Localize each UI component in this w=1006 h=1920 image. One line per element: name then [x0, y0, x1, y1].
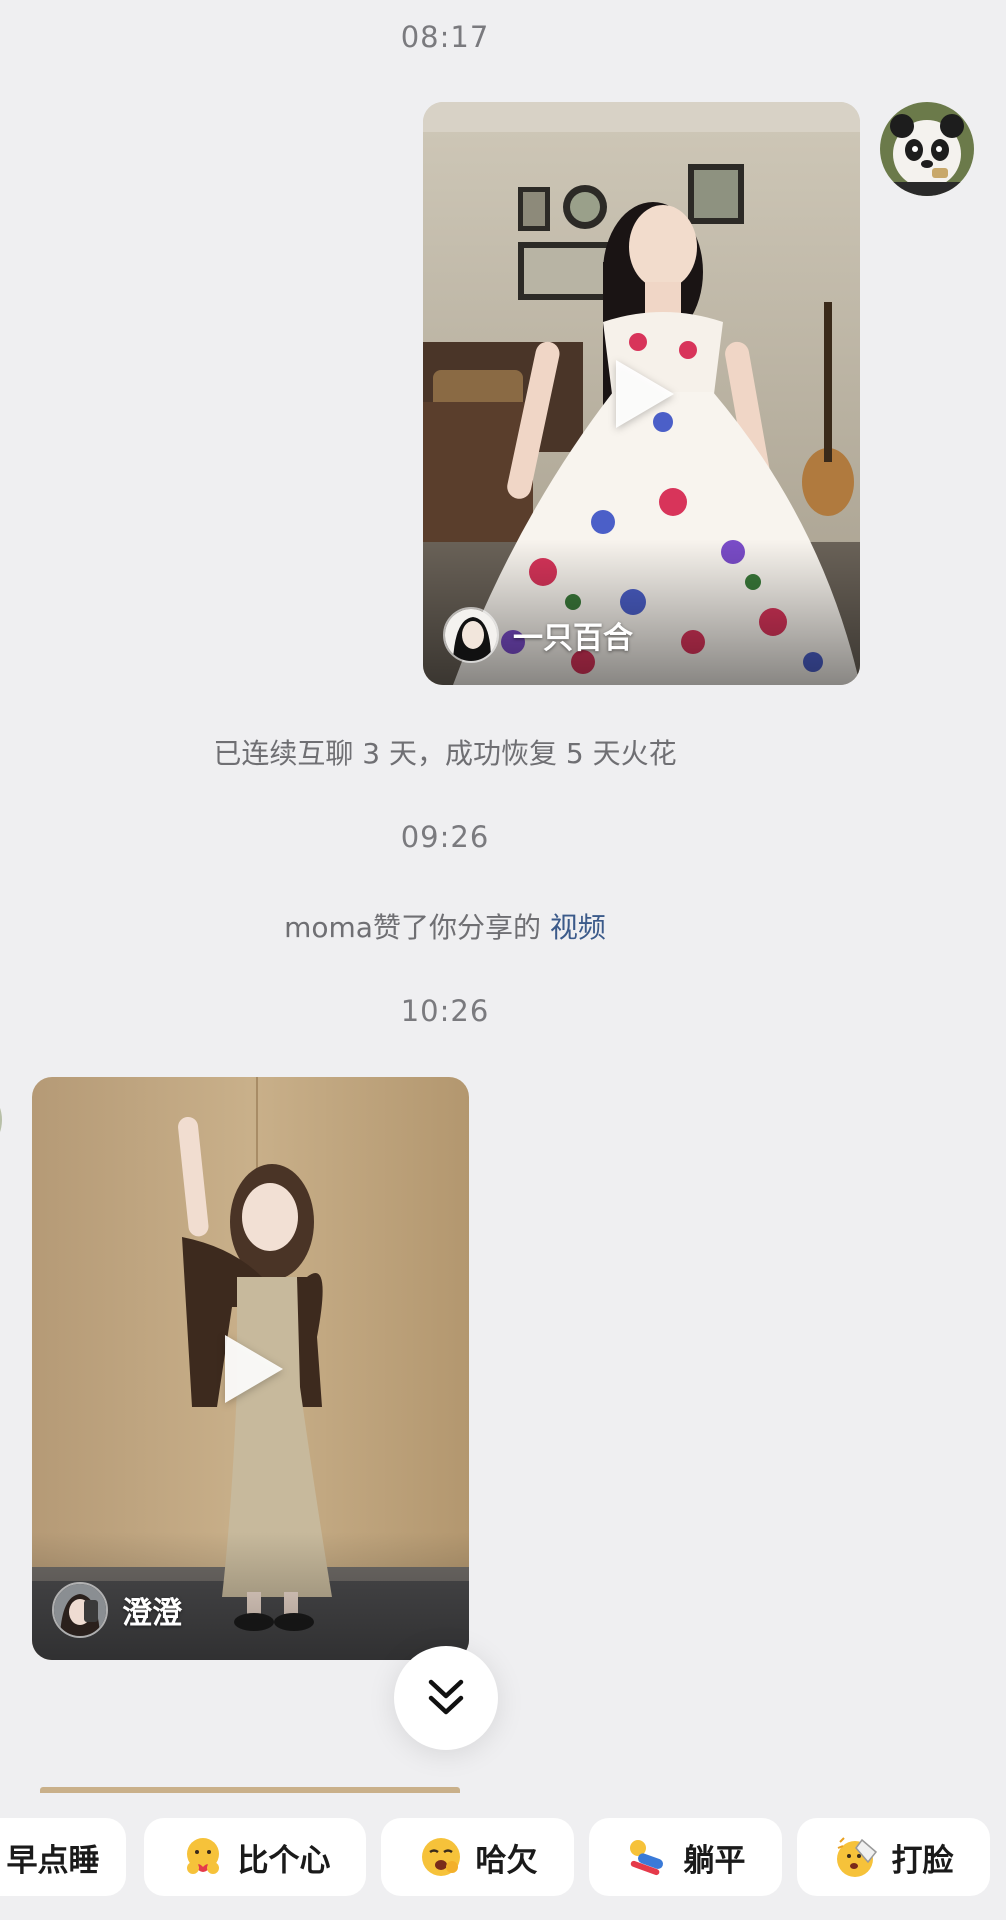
- received-video-card[interactable]: 澄澄: [32, 1077, 469, 1660]
- play-icon[interactable]: [225, 1335, 283, 1403]
- next-message-preview: [40, 1787, 460, 1793]
- author-name: 一只百合: [513, 621, 633, 656]
- timestamp: 10:26: [400, 994, 490, 1028]
- quick-reply-lie-flat[interactable]: 躺平: [589, 1818, 782, 1896]
- video-link[interactable]: 视频: [550, 911, 606, 944]
- quick-reply-yawn[interactable]: 哈欠: [381, 1818, 574, 1896]
- timestamp: 09:26: [400, 820, 490, 854]
- like-notice: moma赞了你分享的 视频: [0, 906, 890, 946]
- lie-flat-emoji-icon: [629, 1840, 663, 1876]
- my-avatar[interactable]: [880, 102, 974, 196]
- quick-reply-label: 比个心: [237, 1842, 331, 1879]
- scroll-to-bottom-button[interactable]: [394, 1646, 498, 1750]
- quick-reply-sleep-early[interactable]: 早点睡: [0, 1818, 126, 1896]
- quick-reply-label: 哈欠: [475, 1842, 538, 1879]
- timestamp: 08:17: [400, 20, 490, 54]
- author-avatar: [52, 1582, 108, 1638]
- friend-avatar[interactable]: [0, 1080, 12, 1160]
- shared-video-card[interactable]: 一只百合: [423, 102, 860, 685]
- quick-reply-label: 早点睡: [6, 1842, 100, 1879]
- double-chevron-down-icon: [428, 1679, 464, 1715]
- yawn-emoji-icon: [421, 1838, 460, 1876]
- quick-reply-face-slap[interactable]: 打脸: [797, 1818, 990, 1896]
- video-author: 一只百合: [443, 607, 633, 663]
- heart-hands-emoji-icon: [186, 1838, 219, 1874]
- quick-reply-heart[interactable]: 比个心: [144, 1818, 366, 1896]
- quick-reply-label: 躺平: [683, 1842, 746, 1879]
- video-author: 澄澄: [52, 1582, 182, 1638]
- author-name: 澄澄: [122, 1596, 182, 1631]
- play-icon[interactable]: [616, 360, 674, 428]
- author-avatar: [443, 607, 499, 663]
- face-slap-emoji-icon: [836, 1837, 877, 1877]
- quick-reply-label: 打脸: [891, 1842, 954, 1879]
- quick-reply-bar: 早点睡 比个心 哈欠 躺平 打脸: [0, 1818, 1006, 1896]
- streak-system-message: 已连续互聊 3 天，成功恢复 5 天火花: [213, 737, 677, 770]
- like-notice-text: moma赞了你分享的: [284, 911, 550, 944]
